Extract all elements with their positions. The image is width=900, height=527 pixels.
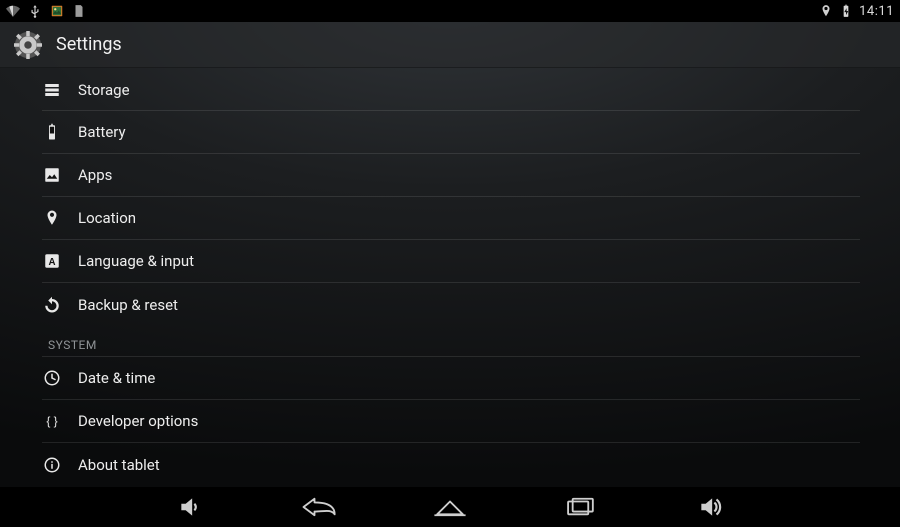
settings-item-label: Developer options (78, 412, 198, 430)
settings-item-datetime[interactable]: Date & time (42, 357, 860, 400)
location-icon (42, 208, 62, 228)
settings-item-about[interactable]: About tablet (42, 443, 860, 486)
navigation-bar (0, 487, 900, 527)
apps-icon (42, 165, 62, 185)
nav-recents-button[interactable] (558, 493, 602, 521)
svg-text:{ }: { } (46, 414, 57, 428)
settings-item-developer[interactable]: { } Developer options (42, 400, 860, 443)
settings-item-label: Location (78, 209, 136, 227)
settings-item-label: About tablet (78, 456, 160, 474)
settings-item-backup[interactable]: Backup & reset (42, 283, 860, 326)
status-clock: 14:11 (859, 4, 894, 19)
svg-text:A: A (48, 257, 55, 268)
settings-item-label: Apps (78, 166, 112, 184)
action-bar: Settings (0, 22, 900, 68)
settings-item-label: Date & time (78, 369, 155, 387)
section-header-system: SYSTEM (42, 326, 860, 357)
battery-status-icon (839, 4, 853, 18)
clock-icon (42, 368, 62, 388)
backup-icon (42, 295, 62, 315)
sd-status-icon (72, 4, 86, 18)
nav-volume-up-button[interactable] (688, 493, 732, 521)
wifi-icon (6, 4, 20, 18)
settings-item-storage[interactable]: Storage (42, 68, 860, 111)
page-title: Settings (56, 34, 122, 55)
location-status-icon (819, 4, 833, 18)
settings-item-label: Battery (78, 123, 126, 141)
settings-item-battery[interactable]: Battery (42, 111, 860, 154)
settings-item-label: Language & input (78, 252, 194, 270)
battery-icon (42, 122, 62, 142)
nav-back-button[interactable] (298, 493, 342, 521)
settings-item-location[interactable]: Location (42, 197, 860, 240)
status-bar: 14:11 (0, 0, 900, 22)
storage-icon (42, 80, 62, 100)
settings-item-label: Storage (78, 81, 130, 99)
about-icon (42, 455, 62, 475)
dev-icon: { } (42, 411, 62, 431)
nav-home-button[interactable] (428, 493, 472, 521)
nav-volume-down-button[interactable] (168, 493, 212, 521)
usb-icon (28, 4, 42, 18)
settings-item-label: Backup & reset (78, 296, 178, 314)
settings-item-language[interactable]: A Language & input (42, 240, 860, 283)
settings-item-apps[interactable]: Apps (42, 154, 860, 197)
gallery-status-icon (50, 4, 64, 18)
settings-gear-icon (12, 29, 44, 61)
settings-list-container: Storage Battery Apps Location A Language (0, 68, 900, 487)
language-icon: A (42, 251, 62, 271)
